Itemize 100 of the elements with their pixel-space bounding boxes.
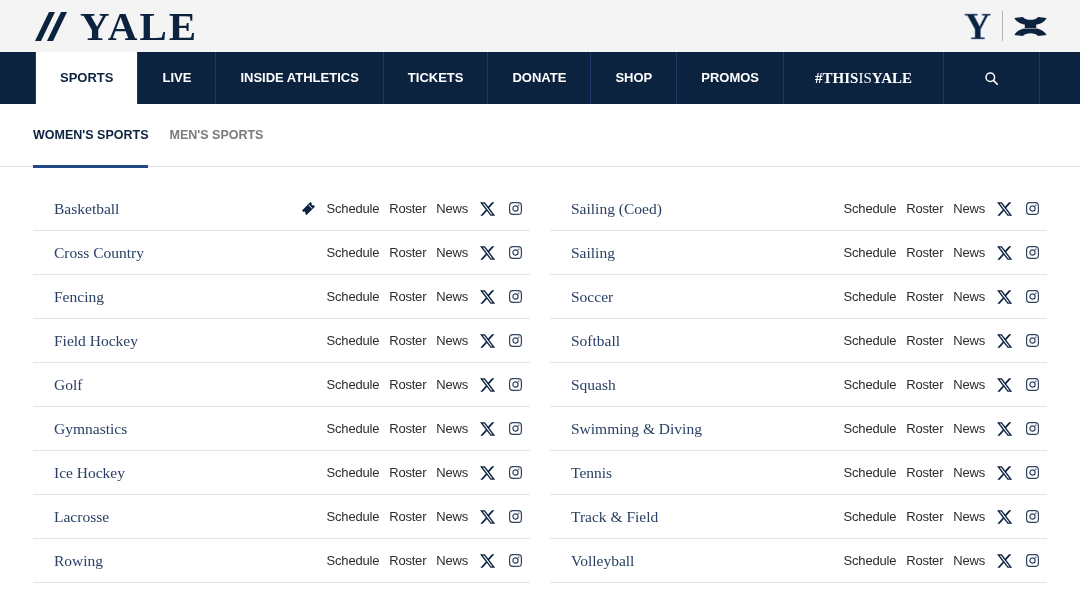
sport-link[interactable]: Sailing (Coed) xyxy=(571,196,662,221)
team-link[interactable]: Roster xyxy=(906,286,944,307)
nav-link[interactable]: LIVE xyxy=(137,52,216,104)
team-link[interactable]: News xyxy=(436,198,468,219)
sport-link[interactable]: Field Hockey xyxy=(54,328,138,353)
team-link[interactable]: Schedule xyxy=(843,374,897,395)
team-link[interactable]: Roster xyxy=(906,550,944,571)
team-link[interactable]: Roster xyxy=(389,550,427,571)
team-link[interactable]: Schedule xyxy=(843,550,897,571)
team-link[interactable]: News xyxy=(953,462,985,483)
team-link[interactable]: News xyxy=(436,330,468,351)
team-link[interactable]: News xyxy=(953,198,985,219)
logo-wordmark[interactable]: YALE xyxy=(80,5,199,47)
sport-link[interactable]: Gymnastics xyxy=(54,416,128,441)
camera-icon[interactable] xyxy=(509,290,522,303)
sport-link[interactable]: Cross Country xyxy=(54,240,144,265)
x-logo-icon[interactable] xyxy=(997,421,1012,436)
sport-link[interactable]: Tennis xyxy=(571,460,613,485)
camera-icon[interactable] xyxy=(1026,422,1039,435)
sport-link[interactable]: Golf xyxy=(54,372,83,397)
team-link[interactable]: News xyxy=(436,286,468,307)
team-link[interactable]: Schedule xyxy=(326,418,380,439)
ticket-icon[interactable] xyxy=(301,202,315,215)
x-logo-icon[interactable] xyxy=(480,245,495,260)
category-tab[interactable]: MEN'S SPORTS xyxy=(169,104,264,168)
team-link[interactable]: News xyxy=(436,418,468,439)
sport-link[interactable]: Softball xyxy=(571,328,621,353)
team-link[interactable]: Schedule xyxy=(843,198,897,219)
team-link[interactable]: Roster xyxy=(906,462,944,483)
team-link[interactable]: Roster xyxy=(906,242,944,263)
team-link[interactable]: Schedule xyxy=(843,286,897,307)
team-link[interactable]: Schedule xyxy=(843,462,897,483)
team-link[interactable]: Roster xyxy=(906,418,944,439)
x-logo-icon[interactable] xyxy=(997,245,1012,260)
x-logo-icon[interactable] xyxy=(480,509,495,524)
team-link[interactable]: News xyxy=(436,506,468,527)
camera-icon[interactable] xyxy=(509,334,522,347)
camera-icon[interactable] xyxy=(1026,554,1039,567)
team-link[interactable]: News xyxy=(436,462,468,483)
team-link[interactable]: Roster xyxy=(389,418,427,439)
team-link[interactable]: Roster xyxy=(389,462,427,483)
camera-icon[interactable] xyxy=(509,422,522,435)
nav-link[interactable]: PROMOS xyxy=(676,52,784,104)
camera-icon[interactable] xyxy=(1026,334,1039,347)
x-logo-icon[interactable] xyxy=(480,465,495,480)
nav-link[interactable]: SPORTS xyxy=(35,52,138,104)
x-logo-icon[interactable] xyxy=(480,377,495,392)
camera-icon[interactable] xyxy=(1026,510,1039,523)
x-logo-icon[interactable] xyxy=(997,201,1012,216)
camera-icon[interactable] xyxy=(509,510,522,523)
x-logo-icon[interactable] xyxy=(997,553,1012,568)
team-link[interactable]: Roster xyxy=(389,242,427,263)
team-link[interactable]: Roster xyxy=(906,506,944,527)
sport-link[interactable]: Ice Hockey xyxy=(54,460,125,485)
sport-link[interactable]: Rowing xyxy=(54,548,104,573)
logo-letter[interactable]: Y xyxy=(964,7,991,45)
team-link[interactable]: Schedule xyxy=(843,242,897,263)
team-link[interactable]: Roster xyxy=(389,286,427,307)
x-logo-icon[interactable] xyxy=(480,421,495,436)
x-logo-icon[interactable] xyxy=(480,289,495,304)
camera-icon[interactable] xyxy=(509,554,522,567)
camera-icon[interactable] xyxy=(1026,290,1039,303)
team-link[interactable]: Schedule xyxy=(843,506,897,527)
x-logo-icon[interactable] xyxy=(997,377,1012,392)
nav-link[interactable]: DONATE xyxy=(487,52,591,104)
team-link[interactable]: Roster xyxy=(389,198,427,219)
team-link[interactable]: News xyxy=(953,418,985,439)
camera-icon[interactable] xyxy=(1026,466,1039,479)
sport-link[interactable]: Swimming & Diving xyxy=(571,416,702,441)
team-link[interactable]: Roster xyxy=(389,506,427,527)
team-link[interactable]: News xyxy=(953,242,985,263)
nav-link[interactable]: INSIDE ATHLETICS xyxy=(215,52,383,104)
team-link[interactable]: News xyxy=(953,506,985,527)
sport-link[interactable]: Volleyball xyxy=(571,548,635,573)
x-logo-icon[interactable] xyxy=(480,201,495,216)
team-link[interactable]: Schedule xyxy=(843,330,897,351)
x-logo-icon[interactable] xyxy=(997,465,1012,480)
x-logo-icon[interactable] xyxy=(997,289,1012,304)
sport-link[interactable]: Squash xyxy=(571,372,616,397)
camera-icon[interactable] xyxy=(509,246,522,259)
team-link[interactable]: News xyxy=(436,242,468,263)
team-link[interactable]: Schedule xyxy=(843,418,897,439)
camera-icon[interactable] xyxy=(1026,246,1039,259)
team-link[interactable]: Schedule xyxy=(326,506,380,527)
x-logo-icon[interactable] xyxy=(997,509,1012,524)
team-link[interactable]: News xyxy=(953,286,985,307)
camera-icon[interactable] xyxy=(1026,202,1039,215)
x-logo-icon[interactable] xyxy=(480,553,495,568)
nav-link[interactable]: TICKETS xyxy=(382,52,488,104)
sport-link[interactable]: Fencing xyxy=(54,284,104,309)
team-link[interactable]: News xyxy=(953,374,985,395)
team-link[interactable]: Roster xyxy=(906,374,944,395)
team-link[interactable]: Roster xyxy=(389,374,427,395)
team-link[interactable]: Schedule xyxy=(326,330,380,351)
team-link[interactable]: Roster xyxy=(906,330,944,351)
team-link[interactable]: News xyxy=(436,550,468,571)
sport-link[interactable]: Sailing xyxy=(571,240,615,265)
x-logo-icon[interactable] xyxy=(997,333,1012,348)
team-link[interactable]: News xyxy=(436,374,468,395)
team-link[interactable]: News xyxy=(953,550,985,571)
